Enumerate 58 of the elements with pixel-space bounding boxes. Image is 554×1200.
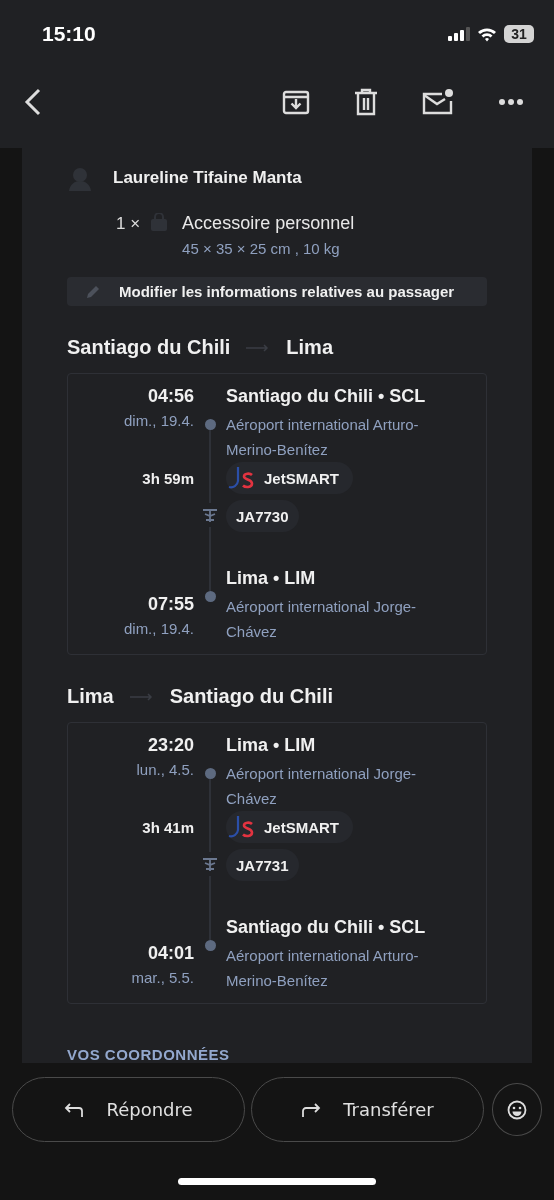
flight-duration: 3h 59m — [142, 470, 194, 487]
arrival-place: Santiago du Chili • SCL — [226, 917, 427, 938]
arrival-time: 07:55 — [147, 594, 194, 615]
route-origin: Santiago du Chili — [67, 336, 231, 359]
signal-icon — [448, 27, 470, 41]
baggage-quantity: 1 × — [116, 213, 141, 234]
arrival-time: 04:01 — [147, 943, 194, 964]
baggage-name: Accessoire personnel — [182, 213, 355, 234]
pencil-icon — [85, 283, 101, 300]
arrow-icon — [129, 692, 154, 701]
timeline-dot — [204, 591, 216, 602]
arrival-airport: Aéroport international Arturo-Merino-Benítez — [226, 946, 420, 991]
arrow-icon — [246, 343, 271, 352]
forward-button[interactable]: Transférer — [251, 1077, 484, 1142]
departure-airport: Aéroport international Arturo-Merino-Benítez — [226, 415, 420, 460]
departure-place: Lima • LIM — [226, 735, 317, 756]
reply-icon — [64, 1101, 85, 1118]
flight-duration: 3h 41m — [142, 819, 194, 836]
trash-icon[interactable] — [354, 88, 378, 116]
flight-number-chip: JA7730 — [226, 500, 299, 532]
departure-place: Santiago du Chili • SCL — [226, 386, 427, 407]
departure-time: 23:20 — [147, 735, 194, 756]
timeline-dot — [204, 768, 216, 779]
departure-date: dim., 19.4. — [123, 412, 194, 429]
timeline-dot — [204, 940, 216, 951]
mail-unread-icon[interactable] — [422, 88, 454, 116]
arrival-airport: Aéroport international Jorge-Chávez — [226, 597, 418, 642]
plane-icon — [202, 507, 218, 523]
departure-time: 04:56 — [147, 386, 194, 407]
arrival-date: dim., 19.4. — [123, 620, 194, 637]
baggage-dimensions: 45 × 35 × 25 cm , 10 kg — [182, 240, 341, 257]
reply-button[interactable]: Répondre — [12, 1077, 245, 1142]
emoji-button[interactable] — [492, 1083, 542, 1136]
airline-logo-icon — [228, 465, 256, 491]
arrival-date: mar., 5.5. — [131, 969, 194, 986]
smiley-icon — [507, 1099, 527, 1120]
departure-date: lun., 4.5. — [136, 761, 194, 778]
archive-icon[interactable] — [282, 88, 310, 116]
edit-passenger-button[interactable]: Modifier les informations relatives au passager — [67, 277, 487, 306]
airline-logo-icon — [228, 814, 256, 840]
plane-icon — [202, 856, 218, 872]
battery-level: 31 — [511, 26, 527, 42]
passenger-name: Laureline Tifaine Manta — [113, 168, 302, 188]
more-icon[interactable] — [498, 98, 524, 106]
status-time: 15:10 — [42, 22, 96, 46]
section-heading: VOS COORDONNÉES — [67, 1046, 231, 1063]
forward-icon — [301, 1101, 322, 1118]
airline-name: JetSMART — [264, 818, 339, 836]
back-icon[interactable] — [24, 88, 42, 116]
timeline-dot — [204, 419, 216, 430]
route-destination: Santiago du Chili — [169, 685, 334, 708]
wifi-icon — [477, 26, 497, 42]
route-destination: Lima — [286, 336, 334, 359]
route-origin: Lima — [67, 685, 114, 708]
flight-number-chip: JA7731 — [226, 849, 299, 881]
departure-airport: Aéroport international Jorge-Chávez — [226, 764, 418, 809]
airline-name: JetSMART — [264, 469, 339, 487]
arrival-place: Lima • LIM — [226, 568, 317, 589]
